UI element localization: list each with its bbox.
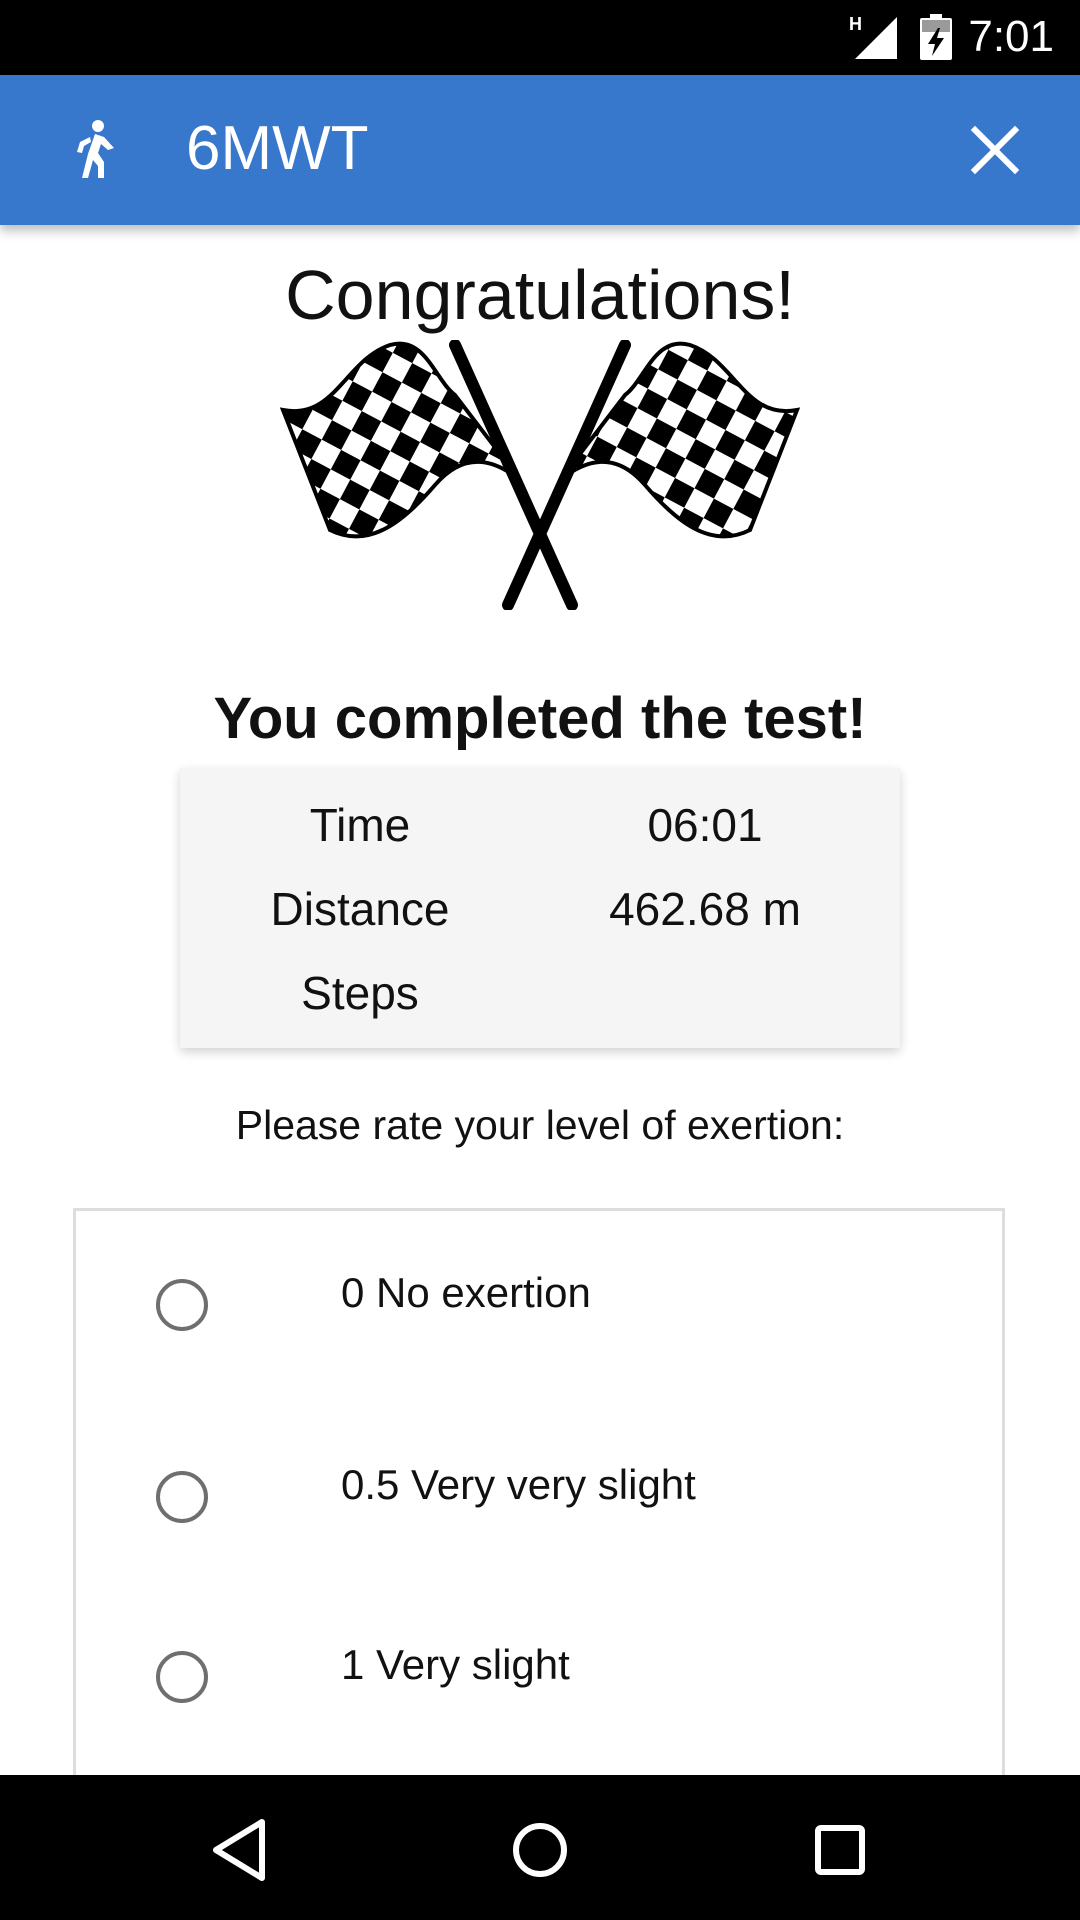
signal-icon <box>855 17 897 59</box>
option-label: 0.5 Very very slight <box>341 1461 696 1508</box>
result-value: 06:01 <box>647 799 763 851</box>
navigation-bar <box>0 1775 1080 1920</box>
option-label: 1 Very slight <box>341 1641 570 1688</box>
back-icon[interactable] <box>200 1810 280 1890</box>
completed-message: You completed the test! <box>213 686 867 751</box>
recents-icon[interactable] <box>800 1810 880 1890</box>
walking-person-icon <box>77 120 114 178</box>
result-row-distance: Distance 462.68 m <box>180 882 900 942</box>
app-bar: 6MWT <box>0 75 1080 225</box>
results-card: Time 06:01 Distance 462.68 m Steps <box>180 768 900 1048</box>
exertion-prompt: Please rate your level of exertion: <box>235 1102 845 1148</box>
checkered-flags-icon <box>279 340 801 610</box>
exertion-option[interactable]: 0 No exertion <box>76 1211 1006 1351</box>
result-row-time: Time 06:01 <box>180 798 900 858</box>
congratulations-heading: Congratulations! <box>285 256 795 334</box>
result-row-steps: Steps <box>180 966 900 1026</box>
result-label: Steps <box>301 967 419 1019</box>
option-label: 0 No exertion <box>341 1269 591 1316</box>
app-title: 6MWT <box>186 114 369 183</box>
exertion-option[interactable]: 1 Very slight <box>76 1583 1006 1723</box>
battery-charging-icon <box>920 14 952 60</box>
exertion-option[interactable]: 0.5 Very very slight <box>76 1403 1006 1543</box>
status-bar: H 7:01 <box>0 0 1080 75</box>
radio-button[interactable] <box>156 1651 208 1703</box>
radio-button[interactable] <box>156 1471 208 1523</box>
home-icon[interactable] <box>500 1810 580 1890</box>
close-icon[interactable] <box>960 115 1030 185</box>
result-value: 462.68 m <box>609 883 801 935</box>
result-label: Time <box>309 799 411 851</box>
result-label: Distance <box>270 883 450 935</box>
radio-button[interactable] <box>156 1279 208 1331</box>
exertion-options-list: 0 No exertion 0.5 Very very slight 1 Ver… <box>73 1208 1005 1808</box>
status-time: 7:01 <box>968 12 1054 61</box>
